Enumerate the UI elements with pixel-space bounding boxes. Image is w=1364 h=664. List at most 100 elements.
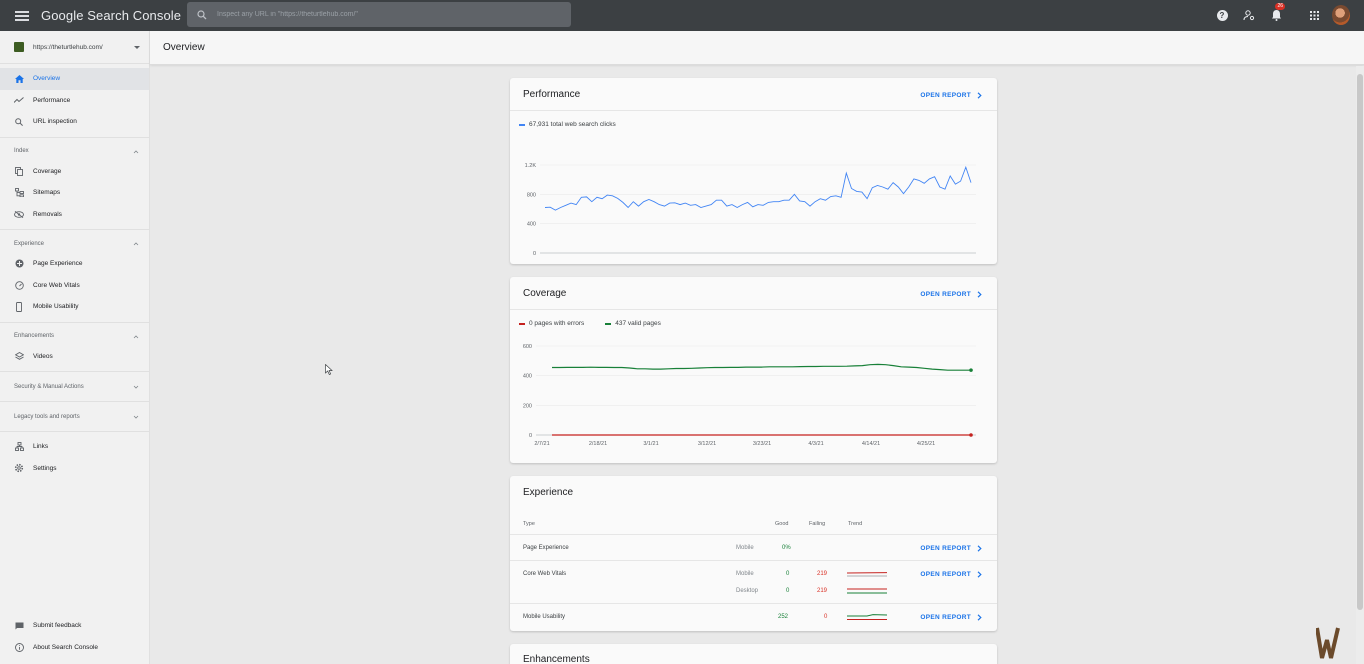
series-line bbox=[552, 363, 971, 371]
card-title: Enhancements bbox=[523, 654, 590, 664]
sidebar-item-label: About Search Console bbox=[33, 643, 99, 651]
property-url: https://theturtlehub.com/ bbox=[33, 43, 103, 51]
series-end-point bbox=[969, 433, 973, 437]
open-report-button[interactable]: OPEN REPORT bbox=[920, 571, 982, 578]
bell-icon bbox=[1271, 10, 1281, 21]
row-good: 0% bbox=[782, 545, 791, 551]
sidebar-item-label: Mobile Usability bbox=[33, 303, 79, 311]
sidebar-item-sitemaps[interactable]: Sitemaps bbox=[0, 182, 149, 204]
chevron-right-icon bbox=[977, 571, 982, 578]
section-experience-toggle[interactable]: Experience bbox=[0, 229, 149, 257]
legend-label: 67,931 total web search clicks bbox=[529, 121, 616, 128]
section-title: Enhancements bbox=[14, 333, 55, 339]
sidebar-item-overview[interactable]: Overview bbox=[0, 68, 149, 90]
row-failing: 219 bbox=[817, 571, 828, 577]
sidebar-item-about[interactable]: About Search Console bbox=[0, 637, 150, 659]
section-title: Experience bbox=[14, 240, 45, 247]
open-report-button[interactable]: OPEN REPORT bbox=[920, 614, 982, 621]
chevron-down-icon bbox=[133, 385, 139, 389]
url-inspection-search-bar[interactable] bbox=[187, 2, 571, 27]
property-selector[interactable]: https://theturtlehub.com/ bbox=[0, 31, 149, 64]
table-row: Core Web Vitals Mobile 0 219 OPEN REPORT… bbox=[510, 560, 997, 603]
x-tick-label: 4/3/21 bbox=[808, 441, 823, 447]
trend-sparkline bbox=[847, 572, 887, 577]
open-report-button[interactable]: OPEN REPORT bbox=[920, 92, 982, 99]
help-button[interactable]: ? bbox=[1213, 6, 1231, 24]
apps-grid-icon bbox=[1309, 10, 1319, 20]
sidebar-item-performance[interactable]: Performance bbox=[0, 90, 149, 112]
open-report-button[interactable]: OPEN REPORT bbox=[920, 545, 982, 552]
card-title: Performance bbox=[523, 89, 581, 100]
trending-up-icon bbox=[14, 95, 24, 105]
experience-card: Experience Type Good Failing Trend Page … bbox=[510, 476, 997, 631]
x-tick-label: 3/12/21 bbox=[698, 441, 716, 447]
column-header-trend: Trend bbox=[848, 521, 863, 527]
table-row: Mobile Usability 252 0 OPEN REPORT bbox=[510, 603, 997, 631]
legend-label-errors: 0 pages with errors bbox=[529, 320, 585, 327]
y-tick-label: 600 bbox=[523, 344, 532, 350]
search-console-settings-button[interactable] bbox=[1240, 6, 1258, 24]
links-icon bbox=[14, 442, 24, 452]
y-tick-label: 400 bbox=[523, 374, 532, 380]
sidebar-item-submit-feedback[interactable]: Submit feedback bbox=[0, 615, 150, 637]
videos-icon bbox=[14, 351, 24, 361]
sidebar: https://theturtlehub.com/ Overview Perfo… bbox=[0, 31, 150, 664]
column-header-failing: Failing bbox=[809, 521, 826, 527]
hamburger-menu-icon[interactable] bbox=[15, 10, 29, 21]
y-tick-label: 800 bbox=[527, 192, 536, 198]
section-index-toggle[interactable]: Index bbox=[0, 136, 149, 165]
section-title: Legacy tools and reports bbox=[14, 413, 80, 420]
chevron-up-icon bbox=[133, 149, 139, 153]
row-type: Mobile Usability bbox=[523, 614, 566, 620]
sidebar-item-label: Settings bbox=[33, 464, 57, 472]
sidebar-item-links[interactable]: Links bbox=[0, 436, 149, 458]
sidebar-item-removals[interactable]: Removals bbox=[0, 204, 149, 226]
google-apps-button[interactable] bbox=[1305, 6, 1323, 24]
row-type: Page Experience bbox=[523, 545, 569, 551]
coverage-chart: 0 200 400 600 2/7/21 2/18/21 3/1/21 3/12/21 3/23… bbox=[523, 344, 976, 447]
open-report-label: OPEN REPORT bbox=[920, 92, 971, 99]
open-report-button[interactable]: OPEN REPORT bbox=[920, 291, 982, 298]
section-legacy-toggle[interactable]: Legacy tools and reports bbox=[0, 401, 149, 431]
sidebar-item-label: Removals bbox=[33, 210, 62, 218]
sidebar-item-settings[interactable]: Settings bbox=[0, 458, 149, 480]
page-title: Overview bbox=[163, 42, 205, 53]
section-title: Index bbox=[14, 148, 29, 154]
section-enhancements-toggle[interactable]: Enhancements bbox=[0, 321, 149, 350]
sidebar-item-url-inspection[interactable]: URL inspection bbox=[0, 111, 149, 133]
y-tick-label: 0 bbox=[533, 251, 536, 257]
top-app-bar: Google Search Console ? 26 bbox=[0, 0, 1364, 31]
scrollbar-thumb[interactable] bbox=[1357, 74, 1363, 610]
y-tick-label: 400 bbox=[527, 222, 536, 228]
sitemap-icon bbox=[14, 188, 24, 198]
removals-icon bbox=[14, 209, 24, 219]
card-header: Experience bbox=[510, 476, 997, 509]
section-security-toggle[interactable]: Security & Manual Actions bbox=[0, 371, 149, 401]
chart-legend: 0 pages with errors 437 valid pages bbox=[519, 320, 661, 327]
notifications-button[interactable]: 26 bbox=[1267, 3, 1285, 24]
info-icon bbox=[14, 642, 24, 652]
open-report-label: OPEN REPORT bbox=[920, 571, 971, 578]
url-inspection-input[interactable] bbox=[217, 11, 537, 18]
open-report-label: OPEN REPORT bbox=[920, 291, 971, 298]
row-failing: 0 bbox=[824, 614, 828, 620]
legend-swatch-valid bbox=[605, 322, 612, 325]
chevron-right-icon bbox=[977, 92, 982, 99]
page-experience-icon bbox=[14, 259, 24, 269]
account-button[interactable] bbox=[1332, 5, 1350, 25]
chevron-right-icon bbox=[977, 291, 982, 298]
row-device: Desktop bbox=[736, 588, 759, 594]
sidebar-item-mobile-usability[interactable]: Mobile Usability bbox=[0, 296, 149, 318]
app-logo[interactable]: Google Search Console bbox=[41, 8, 181, 23]
help-icon: ? bbox=[1216, 9, 1228, 21]
card-title: Coverage bbox=[523, 288, 567, 299]
sidebar-item-core-web-vitals[interactable]: Core Web Vitals bbox=[0, 275, 149, 297]
trend-sparkline bbox=[847, 588, 887, 594]
settings-icon bbox=[14, 463, 24, 473]
x-tick-label: 2/18/21 bbox=[589, 441, 607, 447]
y-tick-label: 200 bbox=[523, 403, 532, 409]
row-device: Mobile bbox=[736, 571, 754, 577]
chevron-right-icon bbox=[977, 614, 982, 621]
legend-label-valid: 437 valid pages bbox=[615, 320, 661, 327]
feedback-icon bbox=[14, 621, 24, 631]
